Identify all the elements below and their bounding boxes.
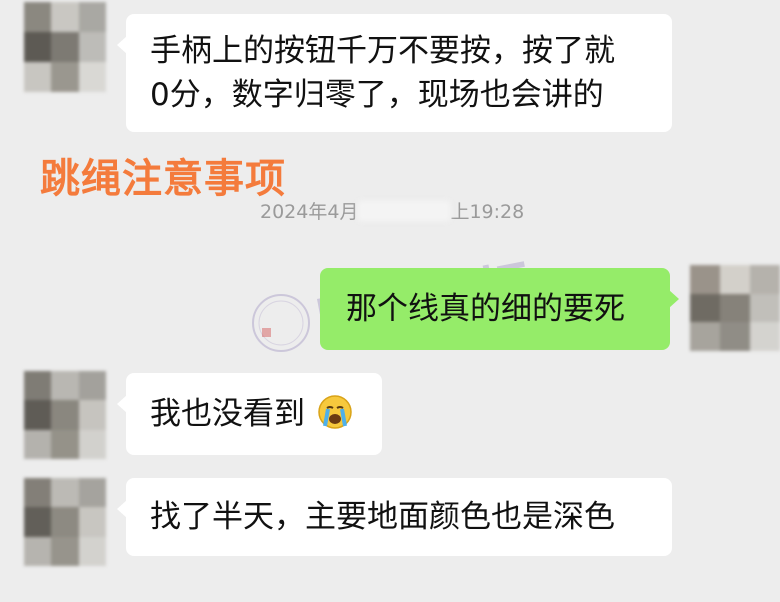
message-bubble-4[interactable]: 找了半天，主要地面颜色也是深色 <box>117 478 672 556</box>
timestamp-start: 2024年4月 <box>260 201 359 223</box>
sender-avatar[interactable] <box>24 478 106 566</box>
message-text: 找了半天，主要地面颜色也是深色 <box>150 499 615 535</box>
timestamp-redacted <box>358 201 451 221</box>
message-text: 我也没看到 <box>150 396 305 432</box>
message-text-line-2: 0分，数字归零了，现场也会讲的 <box>150 77 604 113</box>
self-avatar[interactable] <box>690 265 780 351</box>
timestamp-end: 上19:28 <box>450 201 525 223</box>
sender-avatar[interactable] <box>24 2 106 92</box>
loudly-crying-face-icon <box>318 395 352 429</box>
message-bubble-2[interactable]: 那个线真的细的要死 <box>320 268 679 350</box>
overlay-title: 跳绳注意事项 <box>40 156 286 202</box>
timestamp: 2024年4月 上19:28 <box>260 197 524 224</box>
message-text: 那个线真的细的要死 <box>346 291 625 327</box>
message-bubble-3[interactable]: 我也没看到 <box>117 373 382 455</box>
message-bubble-1[interactable]: 手柄上的按钮千万不要按，按了就 0分，数字归零了，现场也会讲的 <box>117 14 672 132</box>
forum-seal-icon <box>252 294 310 352</box>
message-text-line-1: 手柄上的按钮千万不要按，按了就 <box>150 33 615 69</box>
sender-avatar[interactable] <box>24 371 106 459</box>
